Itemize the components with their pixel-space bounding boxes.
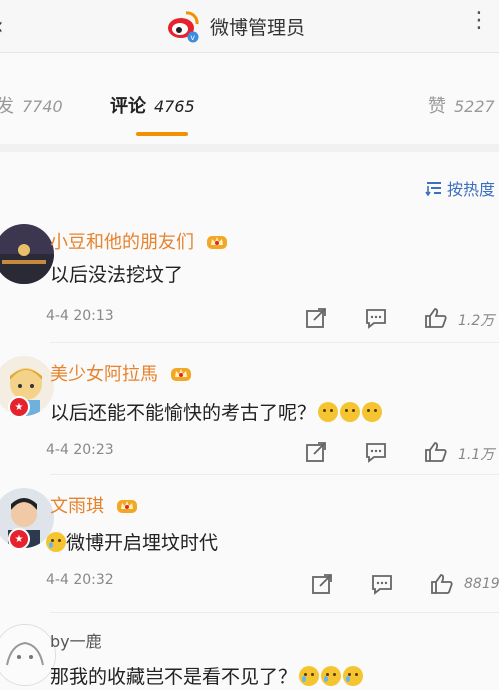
share-icon[interactable]: [310, 572, 334, 596]
avatar[interactable]: [0, 624, 56, 686]
tab-likes-label: 赞: [428, 96, 446, 117]
verified-badge-icon: ★: [8, 528, 30, 550]
comment-text: 以后还能不能愉快的考古了呢？: [50, 398, 383, 425]
crown-badge-icon: [170, 368, 191, 381]
comment-time: 4-4 20:32: [46, 572, 114, 588]
comment-username-text: 小豆和他的朋友们: [50, 232, 194, 253]
comment-text: 微博开启埋坟时代: [44, 528, 218, 555]
reply-icon[interactable]: [364, 440, 388, 464]
reply-icon[interactable]: [370, 572, 394, 596]
like-icon[interactable]: [424, 440, 448, 464]
tab-reposts[interactable]: 发 7740: [0, 92, 63, 118]
crying-emoji-icon: [343, 666, 364, 686]
reply-icon[interactable]: [364, 306, 388, 330]
active-tab-indicator: [136, 132, 188, 136]
crown-badge-icon: [116, 500, 137, 513]
more-dots-icon[interactable]: ⋮: [468, 8, 491, 33]
tab-comments-count: 4765: [154, 97, 195, 116]
top-bar: ‹ v 微博管理员 ⋮: [0, 0, 499, 53]
tab-bar: 发 7740 评论 4765 赞 5227: [0, 62, 499, 142]
back-arrow-icon[interactable]: ‹: [0, 12, 4, 40]
sad-emoji-icon: [362, 402, 383, 422]
sort-label: 按热度: [447, 180, 496, 199]
comment-text-content: 微博开启埋坟时代: [66, 532, 219, 554]
verified-badge-icon: ★: [8, 396, 30, 418]
tab-reposts-count: 7740: [22, 97, 63, 116]
comment-divider: [50, 612, 499, 613]
like-icon[interactable]: [430, 572, 454, 596]
avatar[interactable]: [0, 224, 54, 284]
share-icon[interactable]: [304, 440, 328, 464]
sad-emoji-icon: [318, 402, 339, 422]
comment-username-text: 文雨琪: [50, 496, 104, 517]
comment-text-content: 以后还能不能愉快的考古了呢？: [50, 402, 317, 424]
crying-emoji-icon: [299, 666, 320, 686]
svg-text:v: v: [190, 33, 195, 42]
comment-text-content: 那我的收藏岂不是看不见了？: [50, 666, 298, 688]
share-icon[interactable]: [304, 306, 328, 330]
tab-likes-count: 5227: [454, 97, 495, 116]
sort-icon: [425, 182, 441, 196]
comment-text: 以后没法挖坟了: [50, 264, 184, 286]
tab-likes[interactable]: 赞 5227: [428, 92, 495, 118]
comment-username[interactable]: 小豆和他的朋友们: [50, 228, 228, 254]
sort-button[interactable]: 按热度: [425, 176, 495, 200]
sad-emoji-icon: [340, 402, 361, 422]
comment-username[interactable]: 文雨琪: [50, 492, 138, 518]
section-divider: [0, 144, 499, 152]
crown-badge-icon: [206, 236, 227, 249]
like-count: 1.2万: [458, 313, 495, 329]
crying-emoji-icon: [321, 666, 342, 686]
comment-divider: [50, 474, 499, 475]
comment-time: 4-4 20:13: [46, 308, 114, 324]
tab-comments[interactable]: 评论 4765: [110, 92, 195, 118]
like-count: 8819: [464, 576, 499, 592]
comment-username[interactable]: by一鹿: [50, 628, 102, 652]
like-icon[interactable]: [424, 306, 448, 330]
comment-divider: [50, 342, 499, 343]
tab-comments-label: 评论: [110, 96, 146, 117]
comment-username[interactable]: 美少女阿拉馬: [50, 360, 192, 386]
tab-reposts-label: 发: [0, 96, 14, 117]
like-count: 1.1万: [458, 447, 495, 463]
comment-time: 4-4 20:23: [46, 442, 114, 458]
page-title: 微博管理员: [210, 16, 306, 39]
comment-text: 那我的收藏岂不是看不见了？: [50, 662, 364, 689]
title-area: v 微博管理员: [166, 8, 305, 44]
crying-emoji-icon: [46, 532, 66, 552]
comment-username-text: by一鹿: [50, 632, 102, 651]
weibo-logo-icon: v: [166, 9, 200, 43]
comment-username-text: 美少女阿拉馬: [50, 364, 158, 385]
